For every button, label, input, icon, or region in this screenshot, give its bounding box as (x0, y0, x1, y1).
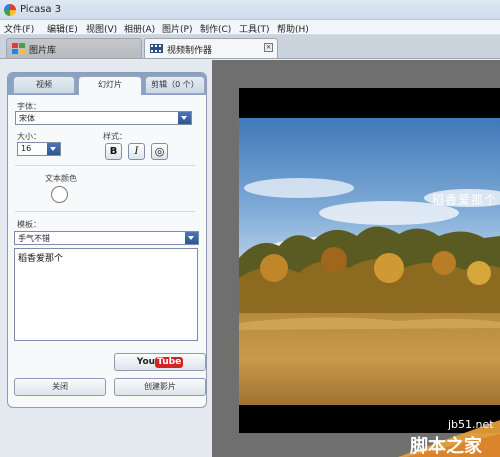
tab-video-maker[interactable]: 视频制作器 × (144, 38, 278, 58)
template-select[interactable]: 手气不错 (14, 231, 199, 245)
template-label: 模板： (17, 220, 41, 229)
watermark-site: jb51.net (448, 418, 494, 431)
italic-button[interactable]: I (128, 143, 145, 160)
menu-tools[interactable]: 工具(T) (239, 22, 270, 35)
tab-library[interactable]: 图片库 (6, 38, 142, 58)
caption-text-input[interactable]: 稻香爱那个 (14, 248, 198, 341)
picasa-logo-icon (4, 4, 16, 16)
youtube-button[interactable]: You Tube (114, 353, 206, 371)
video-preview[interactable]: 稻香爱那个 (239, 88, 500, 433)
menu-help[interactable]: 帮助(H) (277, 22, 309, 35)
text-color-swatch[interactable] (51, 186, 68, 203)
chevron-down-icon (185, 232, 198, 244)
tab-library-label: 图片库 (29, 46, 57, 56)
tab-slideshow[interactable]: 幻灯片 (78, 76, 142, 95)
watermark-name: 脚本之家 (410, 436, 482, 457)
style-label: 样式： (103, 132, 127, 141)
close-button[interactable]: 关闭 (14, 378, 106, 396)
menu-bar: 文件(F) 编辑(E) 视图(V) 相册(A) 图片(P) 制作(C) 工具(T… (0, 20, 500, 35)
menu-edit[interactable]: 编辑(E) (47, 22, 78, 35)
chevron-down-icon (47, 143, 60, 155)
preview-image (239, 118, 500, 405)
menu-view[interactable]: 视图(V) (86, 22, 117, 35)
menu-file[interactable]: 文件(F) (4, 22, 34, 35)
size-label: 大小： (17, 132, 41, 141)
youtube-logo-tube: Tube (155, 357, 184, 368)
tab-clips[interactable]: 剪辑（0 个） (145, 76, 205, 94)
menu-create[interactable]: 制作(C) (200, 22, 231, 35)
library-icon (12, 43, 25, 54)
text-color-label: 文本颜色 (45, 174, 77, 183)
outline-button[interactable]: ◎ (151, 143, 168, 160)
size-select[interactable]: 16 (17, 142, 61, 156)
font-select[interactable]: 宋体 (15, 111, 192, 125)
tab-bar: 图片库 视频制作器 × (0, 35, 500, 59)
divider (15, 211, 195, 212)
film-icon (150, 44, 163, 53)
size-value: 16 (21, 144, 32, 153)
youtube-logo-you: You (136, 357, 156, 367)
template-value: 手气不错 (18, 234, 50, 243)
menu-picture[interactable]: 图片(P) (162, 22, 192, 35)
bold-button[interactable]: B (105, 143, 122, 160)
divider (15, 165, 195, 166)
overlay-caption: 稻香爱那个 (432, 193, 498, 207)
menu-album[interactable]: 相册(A) (124, 22, 155, 35)
tab-video[interactable]: 视频 (13, 76, 75, 94)
title-bar: Picasa 3 (0, 0, 500, 20)
chevron-down-icon (178, 112, 191, 124)
create-movie-button[interactable]: 创建影片 (114, 378, 206, 396)
window-title: Picasa 3 (20, 4, 62, 15)
close-tab-icon[interactable]: × (264, 43, 273, 52)
tab-video-maker-label: 视频制作器 (167, 46, 213, 56)
font-value: 宋体 (19, 114, 35, 123)
